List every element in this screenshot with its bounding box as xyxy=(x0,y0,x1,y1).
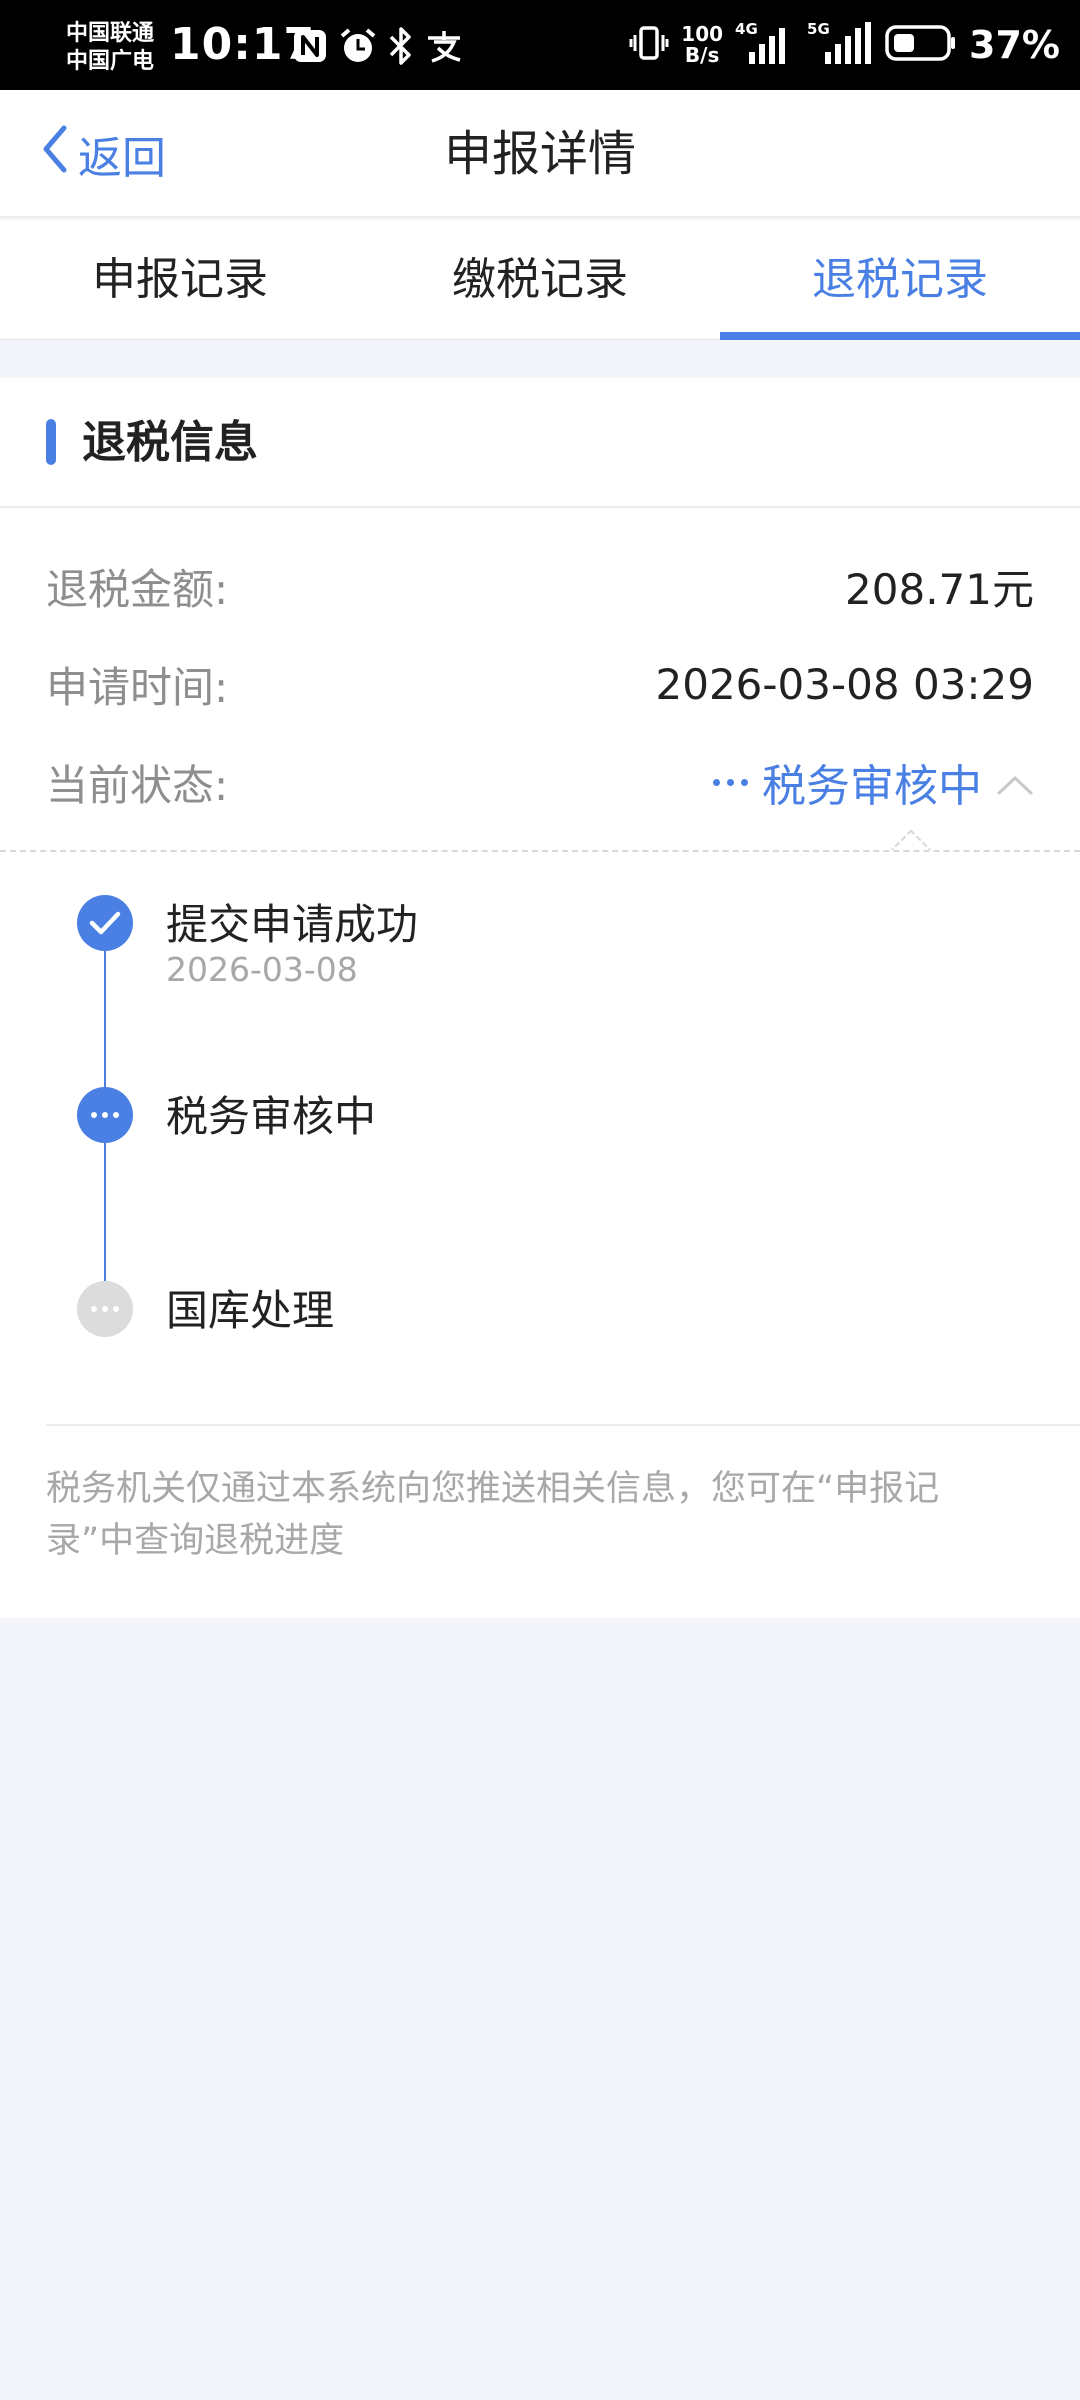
net-speed-unit: B/s xyxy=(684,43,720,67)
section-header: 退税信息 xyxy=(0,378,1080,508)
carrier-info: 中国联通 中国广电 xyxy=(66,20,154,76)
chevron-up-icon xyxy=(996,757,1034,808)
pending-icon xyxy=(77,1281,133,1337)
tab-declaration-records[interactable]: 申报记录 xyxy=(0,220,360,339)
nav-bar: 返回 申报详情 xyxy=(0,90,1080,218)
status-divider xyxy=(0,850,1080,852)
section-accent-bar xyxy=(46,419,56,465)
footer-note: 税务机关仅通过本系统向您推送相关信息，您可在“申报记录”中查询退税进度 xyxy=(46,1469,940,1561)
bluetooth-icon xyxy=(388,26,414,70)
signal-5g-icon: 5G xyxy=(807,20,873,68)
step-1-title: 提交申请成功 xyxy=(166,900,419,949)
carrier-1: 中国联通 xyxy=(66,21,155,46)
signal-4g-icon: 4G xyxy=(735,20,795,68)
vibrate-icon xyxy=(629,23,669,67)
tab-bar: 申报记录 缴税记录 退税记录 xyxy=(0,220,1080,340)
alipay-icon xyxy=(424,28,464,68)
alarm-icon xyxy=(338,26,378,70)
refund-amount-row: 退税金额: 208.71元 xyxy=(46,551,1034,621)
signal-5g-label: 5G xyxy=(807,20,830,38)
carrier-2: 中国广电 xyxy=(66,49,155,74)
dropdown-notch xyxy=(888,828,932,850)
net-speed-value: 100 xyxy=(681,22,724,46)
section-title: 退税信息 xyxy=(82,417,258,468)
step-1-date: 2026-03-08 xyxy=(166,950,358,989)
current-status-label: 当前状态: xyxy=(46,760,229,810)
more-dots-icon xyxy=(713,778,748,786)
apply-time-label: 申请时间: xyxy=(46,662,229,712)
refund-info-card: 退税信息 退税金额: 208.71元 申请时间: 2026-03-08 03:2… xyxy=(0,378,1080,1618)
check-icon xyxy=(77,895,133,951)
status-bar: 中国联通 中国广电 10:17 100 B/s 4G 5G 37% xyxy=(0,0,1080,90)
status-right-icons: 100 B/s 4G 5G 37% xyxy=(629,20,1060,70)
status-toggle[interactable]: 税务审核中 xyxy=(713,750,1034,814)
step-3-title: 国库处理 xyxy=(166,1286,335,1335)
step-2-title: 税务审核中 xyxy=(166,1092,377,1141)
apply-time-value: 2026-03-08 03:29 xyxy=(655,659,1034,709)
refund-amount-value: 208.71元 xyxy=(845,564,1034,614)
tab-refund-records[interactable]: 退税记录 xyxy=(720,220,1080,340)
tab-payment-records[interactable]: 缴税记录 xyxy=(360,220,720,339)
in-progress-icon xyxy=(77,1087,133,1143)
apply-time-row: 申请时间: 2026-03-08 03:29 xyxy=(46,649,1034,719)
battery-percent: 37% xyxy=(969,23,1060,67)
signal-4g-label: 4G xyxy=(735,20,758,38)
battery-icon xyxy=(885,23,957,67)
footer-divider xyxy=(46,1424,1080,1426)
current-status-row: 当前状态: 税务审核中 xyxy=(46,747,1034,817)
status-left-icons xyxy=(292,26,464,70)
net-speed: 100 B/s xyxy=(681,24,723,66)
refund-amount-label: 退税金额: xyxy=(46,564,229,614)
current-status-value: 税务审核中 xyxy=(762,761,982,812)
page-title: 申报详情 xyxy=(443,126,636,182)
nfc-icon xyxy=(292,28,328,68)
